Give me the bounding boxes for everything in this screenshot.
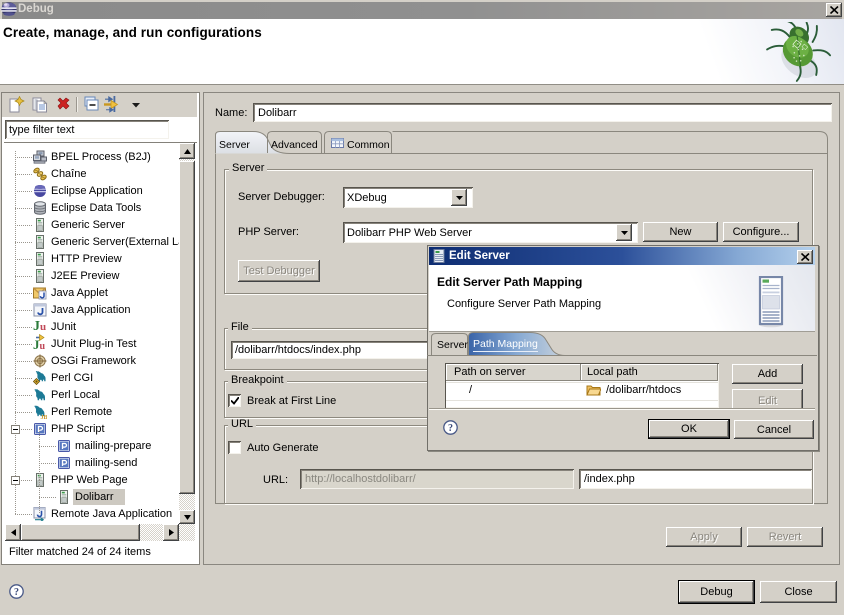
svg-text:?: ? (448, 423, 453, 434)
svg-text:?: ? (14, 587, 19, 598)
svg-text:JB: JB (41, 415, 48, 419)
